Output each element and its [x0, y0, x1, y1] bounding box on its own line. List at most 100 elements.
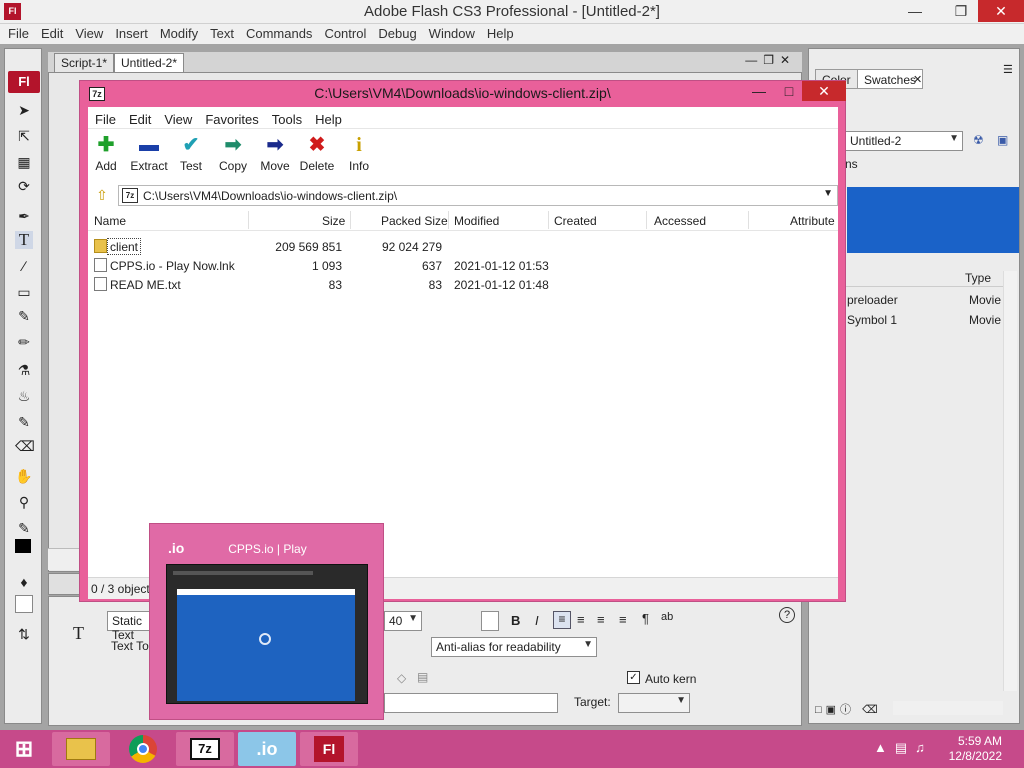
minimize-button[interactable]: — [898, 0, 932, 22]
menu-file[interactable]: File [88, 107, 116, 127]
menu-insert[interactable]: Insert [107, 24, 152, 41]
target-select[interactable]: ▼ [618, 693, 690, 713]
menu-favorites[interactable]: Favorites [198, 107, 258, 127]
auto-kern-checkbox[interactable]: ✓ [627, 671, 640, 684]
align-right-icon[interactable]: ≡ [597, 612, 605, 627]
pin-icon[interactable]: ☢ [973, 133, 984, 147]
menu-debug[interactable]: Debug [370, 24, 420, 41]
paragraph-icon[interactable]: ¶ [642, 611, 649, 626]
library-document-select[interactable]: Untitled-2 ▼ [845, 131, 963, 151]
tab-untitled-2[interactable]: Untitled-2* [114, 53, 185, 73]
copy-button[interactable]: ➡ Copy [209, 133, 257, 179]
taskbar-thumbnail-preview[interactable]: .io CPPS.io | Play [149, 523, 384, 720]
menu-modify[interactable]: Modify [152, 24, 202, 41]
eraser-tool-icon[interactable]: ⌫ [15, 437, 35, 455]
line-tool-icon[interactable]: ∕ [15, 257, 33, 275]
extract-button[interactable]: ▬ Extract [125, 133, 173, 179]
menu-help[interactable]: Help [308, 107, 342, 127]
library-hscroll[interactable] [893, 701, 1003, 715]
pen-tool-icon[interactable]: ✒ [15, 207, 33, 225]
selection-tool-icon[interactable]: ➤ [15, 101, 33, 119]
library-type-header[interactable]: Type [965, 271, 991, 285]
subselection-tool-icon[interactable]: ⇱ [15, 127, 33, 145]
italic-button[interactable]: I [535, 613, 539, 628]
anti-alias-select[interactable]: Anti-alias for readability ▼ [431, 637, 597, 657]
text-tool-icon[interactable]: T [15, 231, 33, 249]
library-scrollbar[interactable] [1003, 271, 1017, 691]
folder-up-icon[interactable]: ⇧ [94, 187, 110, 203]
column-divider[interactable] [748, 211, 749, 229]
maximize-button[interactable]: □ [774, 83, 804, 99]
test-button[interactable]: ✔ Test [167, 133, 215, 179]
menu-commands[interactable]: Commands [238, 24, 316, 41]
column-divider[interactable] [248, 211, 249, 229]
chevron-down-icon[interactable]: ▼ [823, 188, 833, 199]
io-client-taskbar-icon[interactable]: .io [238, 732, 296, 766]
column-attributes[interactable]: Attribute [790, 214, 835, 228]
link-icon[interactable]: ◇ [397, 671, 406, 685]
ink-bottle-tool-icon[interactable]: ⚗ [15, 361, 33, 379]
menu-control[interactable]: Control [316, 24, 370, 41]
text-color-swatch[interactable] [481, 611, 499, 631]
7zip-taskbar-icon[interactable]: 7z [176, 732, 234, 766]
hand-tool-icon[interactable]: ✋ [15, 467, 33, 485]
taskbar-clock[interactable]: 5:59 AM 12/8/2022 [949, 734, 1002, 764]
info-button[interactable]: i Info [335, 133, 383, 179]
menu-window[interactable]: Window [421, 24, 479, 41]
align-center-icon[interactable]: ≡ [577, 612, 585, 627]
paint-bucket-tool-icon[interactable]: ♨ [15, 387, 33, 405]
close-button[interactable]: ✕ [978, 0, 1024, 22]
stroke-color-icon[interactable]: ✎ [15, 519, 33, 537]
flash-taskbar-icon[interactable]: Fl [300, 732, 358, 766]
library-item-preloader[interactable]: preloader [847, 293, 898, 307]
panel-options-icon[interactable]: ☰ [1003, 63, 1013, 76]
pencil-tool-icon[interactable]: ✎ [15, 307, 33, 325]
new-library-icon[interactable]: ▣ [997, 133, 1008, 147]
close-button[interactable]: ✕ [802, 81, 846, 101]
bold-button[interactable]: B [511, 613, 520, 628]
free-transform-tool-icon[interactable]: ▦ [15, 153, 33, 171]
menu-file[interactable]: File [0, 24, 33, 41]
column-created[interactable]: Created [554, 214, 597, 228]
snap-icon[interactable]: ♦ [15, 573, 33, 591]
start-button[interactable]: ⊞ [8, 732, 40, 766]
justify-icon[interactable]: ≡ [619, 612, 627, 627]
menu-help[interactable]: Help [479, 24, 518, 41]
path-input[interactable]: 7z C:\Users\VM4\Downloads\io-windows-cli… [118, 185, 838, 206]
zoom-tool-icon[interactable]: ⚲ [15, 493, 33, 511]
help-icon[interactable]: ? [779, 607, 795, 623]
document-window-controls[interactable]: —❐✕ [745, 53, 796, 67]
delete-button[interactable]: ✖ Delete [293, 133, 341, 179]
column-packed-size[interactable]: Packed Size [381, 214, 448, 228]
minimize-button[interactable]: — [744, 83, 774, 99]
url-input[interactable] [384, 693, 558, 713]
restore-button[interactable]: ❐ [944, 0, 978, 22]
eyedropper-tool-icon[interactable]: ✎ [15, 413, 33, 431]
column-name[interactable]: Name [94, 214, 126, 228]
move-button[interactable]: ➡ Move [251, 133, 299, 179]
column-divider[interactable] [646, 211, 647, 229]
list-icon[interactable]: ▤ [417, 670, 428, 684]
add-button[interactable]: ✚ Add [82, 133, 130, 179]
fill-color-box[interactable] [15, 595, 33, 613]
table-row[interactable]: READ ME.txt 83 83 2021-01-12 01:48 [88, 275, 838, 294]
column-modified[interactable]: Modified [454, 214, 499, 228]
swap-colors-icon[interactable]: ⇅ [15, 625, 33, 643]
menu-view[interactable]: View [157, 107, 192, 127]
table-row[interactable]: client 209 569 851 92 024 279 [88, 237, 838, 256]
lasso-tool-icon[interactable]: ⟳ [15, 177, 33, 195]
chrome-icon[interactable] [114, 732, 172, 766]
column-divider[interactable] [448, 211, 449, 229]
file-explorer-icon[interactable] [52, 732, 110, 766]
column-divider[interactable] [350, 211, 351, 229]
tab-script-1[interactable]: Script-1* [54, 53, 115, 73]
system-tray-icons[interactable]: ▲▤♫ [874, 740, 933, 756]
menu-text[interactable]: Text [202, 24, 238, 41]
column-accessed[interactable]: Accessed [654, 214, 706, 228]
menu-edit[interactable]: Edit [33, 24, 67, 41]
menu-view[interactable]: View [67, 24, 107, 41]
column-size[interactable]: Size [322, 214, 345, 228]
brush-tool-icon[interactable]: ✏ [15, 333, 33, 351]
library-item-symbol-1[interactable]: Symbol 1 [847, 313, 897, 327]
column-divider[interactable] [548, 211, 549, 229]
